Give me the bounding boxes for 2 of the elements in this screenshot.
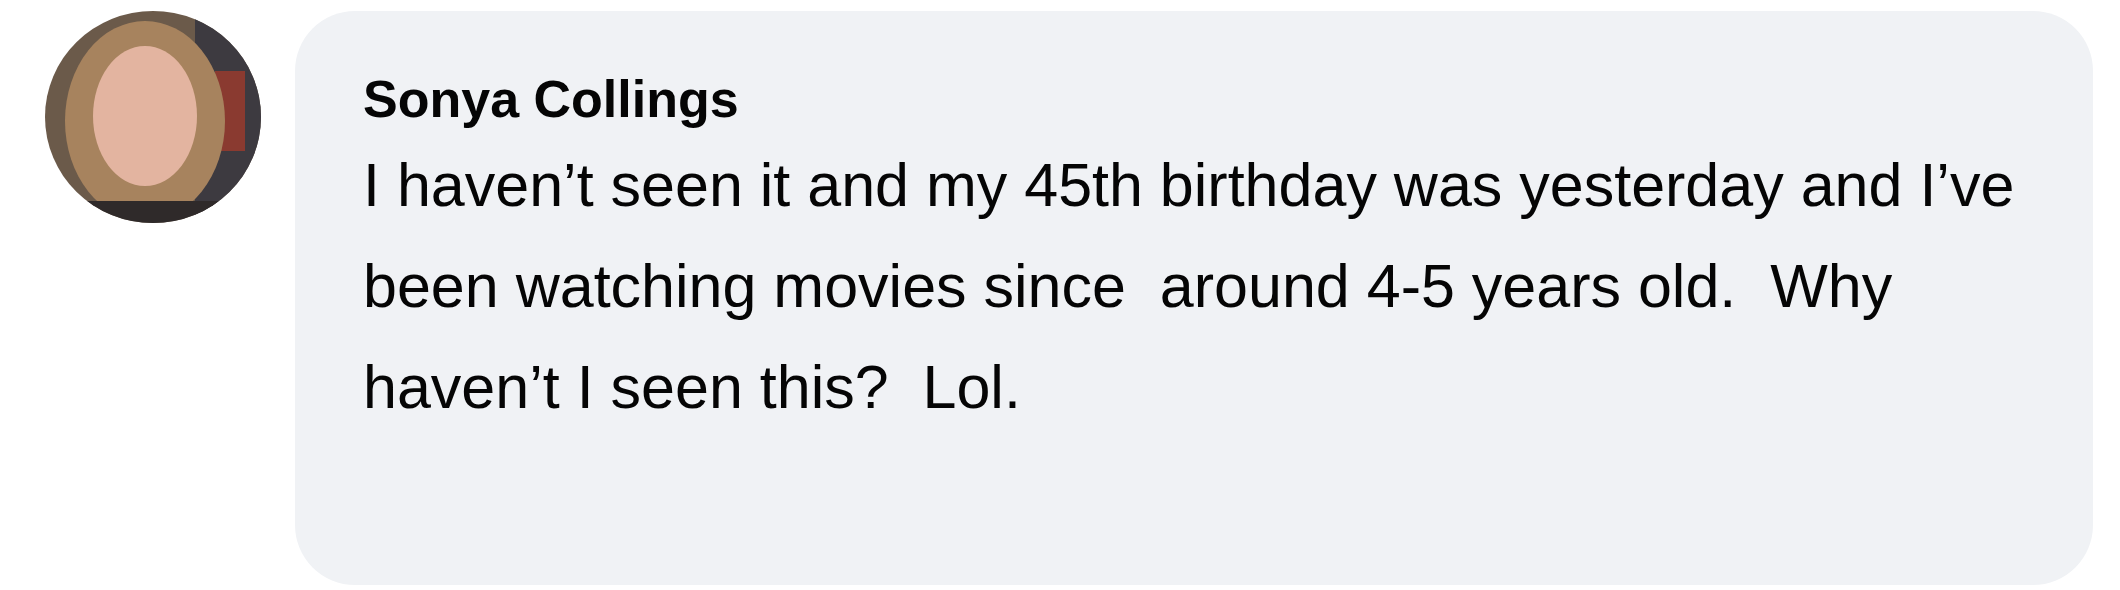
comment-text: I haven’t seen it and my 45th birthday was yesterday and I’ve been watching movies since around 4-5 years old. Why haven’t I seen this? Lol. [363,150,2016,423]
author-name[interactable]: Sonya Collings [363,63,739,135]
